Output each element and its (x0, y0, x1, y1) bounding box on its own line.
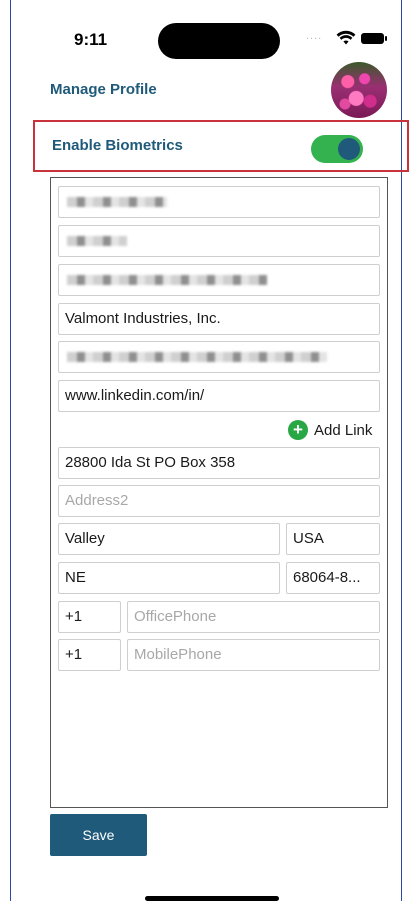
wifi-icon (336, 30, 356, 45)
address1-field[interactable]: 28800 Ida St PO Box 358 (58, 447, 380, 479)
office-phone-code-field[interactable]: +1 (58, 601, 121, 633)
mobile-phone-field[interactable]: MobilePhone (127, 639, 380, 671)
email-field[interactable] (58, 341, 380, 373)
country-field[interactable]: USA (286, 523, 380, 555)
redacted-text (67, 236, 127, 246)
status-time: 9:11 (74, 30, 108, 49)
toggle-knob (338, 138, 360, 160)
battery-icon (361, 33, 387, 44)
plus-circle-icon: + (288, 420, 308, 440)
redacted-text (67, 352, 327, 362)
state-field[interactable]: NE (58, 562, 280, 594)
avatar[interactable] (331, 62, 387, 118)
biometrics-toggle[interactable] (311, 135, 363, 163)
address2-field[interactable]: Address2 (58, 485, 380, 517)
frame-border-left (10, 0, 11, 901)
biometrics-label: Enable Biometrics (52, 137, 183, 154)
save-button[interactable]: Save (50, 814, 147, 856)
zip-field[interactable]: 68064-8... (286, 562, 380, 594)
redacted-text (67, 197, 167, 207)
office-phone-field[interactable]: OfficePhone (127, 601, 380, 633)
home-indicator (145, 896, 279, 901)
biometrics-row: Enable Biometrics (33, 120, 409, 172)
page-title: Manage Profile (50, 81, 157, 98)
last-name-field[interactable] (58, 225, 380, 257)
dynamic-island (158, 23, 280, 59)
title-field[interactable] (58, 264, 380, 296)
add-link-button[interactable]: + Add Link (288, 420, 372, 440)
signal-icon: .... (306, 30, 323, 42)
redacted-text (67, 275, 267, 285)
linkedin-field[interactable]: www.linkedin.com/in/ (58, 380, 380, 412)
first-name-field[interactable] (58, 186, 380, 218)
mobile-phone-code-field[interactable]: +1 (58, 639, 121, 671)
company-field[interactable]: Valmont Industries, Inc. (58, 303, 380, 335)
city-field[interactable]: Valley (58, 523, 280, 555)
add-link-label: Add Link (314, 421, 373, 439)
